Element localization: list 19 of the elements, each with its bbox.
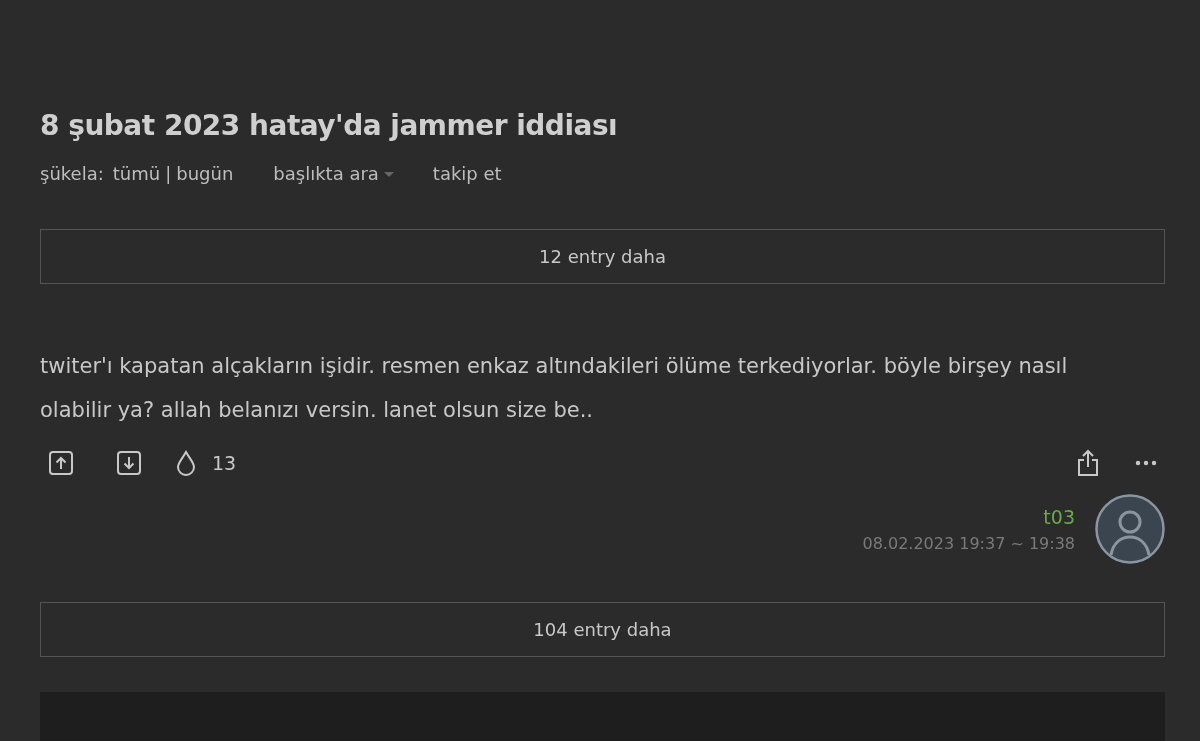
sort-link[interactable]: tümü xyxy=(112,161,161,187)
avatar-icon[interactable] xyxy=(1095,494,1165,564)
author-link[interactable]: t03 xyxy=(1043,505,1075,528)
more-options-icon[interactable] xyxy=(1135,460,1157,466)
favorite-count: 13 xyxy=(212,452,237,474)
sort-link[interactable]: bugün xyxy=(176,161,234,187)
entry-text: twiter'ı kapatan alçakların işidir. resmen enkaz altındakileri ölüme terkediyorlar. böyle birşey nasıl olabilir ya? allah belanızı versin. lanet olsun size be.. xyxy=(40,353,1069,424)
more-entries-button[interactable]: 12 entry daha xyxy=(40,229,1165,284)
separator: | xyxy=(165,162,172,186)
caret-icon xyxy=(382,170,395,178)
drop-icon[interactable] xyxy=(176,450,196,476)
more-entries-button[interactable]: 104 entry daha xyxy=(40,602,1165,657)
follow-link[interactable]: takip et xyxy=(432,161,502,187)
upvote-icon[interactable] xyxy=(48,450,74,476)
share-icon[interactable] xyxy=(1077,449,1099,477)
downvote-icon[interactable] xyxy=(116,450,142,476)
sort-label: şükela: xyxy=(40,162,104,186)
search-in-topic-dropdown[interactable]: başlıkta ara xyxy=(273,161,395,187)
topic-title: 8 şubat 2023 hatay'da jammer iddiası xyxy=(40,108,619,144)
